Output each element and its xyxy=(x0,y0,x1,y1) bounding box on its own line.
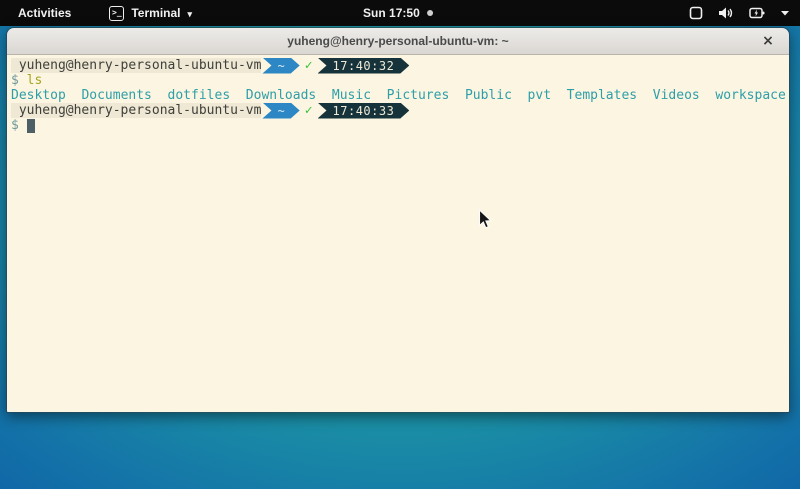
directory-name: Downloads xyxy=(246,88,316,103)
prompt-cwd-segment: ~ xyxy=(262,58,299,74)
directory-name: Pictures xyxy=(387,88,450,103)
app-menu-terminal[interactable]: >_ Terminal ▾ xyxy=(109,6,192,21)
terminal-window: yuheng@henry-personal-ubuntu-vm: ~ × yuh… xyxy=(6,27,790,413)
directory-name: Music xyxy=(332,88,371,103)
desktop: { "top_bar": { "activities_label": "Acti… xyxy=(0,0,800,489)
check-icon: ✓ xyxy=(305,58,313,73)
prompt-user-host: yuheng@henry-personal-ubuntu-vm xyxy=(11,58,261,73)
system-status-area[interactable] xyxy=(689,0,790,26)
ls-output-row: Desktop Documents dotfiles Downloads Music Pi… xyxy=(11,88,787,103)
top-bar: Activities >_ Terminal ▾ Sun 17:50 xyxy=(0,0,800,26)
prompt-cwd-segment: ~ xyxy=(262,103,299,119)
prompt-user-host: yuheng@henry-personal-ubuntu-vm xyxy=(11,103,261,118)
terminal-block-cursor xyxy=(27,119,35,133)
chevron-down-icon: ▾ xyxy=(187,9,192,20)
spacer xyxy=(19,118,27,133)
directory-name: Documents xyxy=(81,88,151,103)
clock-menu[interactable]: Sun 17:50 xyxy=(363,6,433,20)
check-icon: ✓ xyxy=(305,103,313,118)
directory-name: Templates xyxy=(567,88,637,103)
clock-label: Sun 17:50 xyxy=(363,6,420,20)
battery-charging-icon xyxy=(749,6,765,20)
notification-dot-icon xyxy=(427,10,433,16)
prompt-symbol: $ xyxy=(11,118,19,133)
directory-name: Videos xyxy=(653,88,700,103)
close-button[interactable]: × xyxy=(760,33,776,49)
terminal-icon: >_ xyxy=(109,6,124,21)
prompt-line: yuheng@henry-personal-ubuntu-vm ~ ✓ 17:4… xyxy=(11,58,787,73)
terminal-screen[interactable]: yuheng@henry-personal-ubuntu-vm ~ ✓ 17:4… xyxy=(7,55,789,413)
app-menu-label: Terminal xyxy=(131,6,180,20)
input-line: $ xyxy=(11,118,787,133)
chevron-down-icon xyxy=(780,9,790,17)
spacer xyxy=(19,73,27,88)
directory-name: dotfiles xyxy=(168,88,231,103)
prompt-time-segment: 17:40:33 xyxy=(318,103,410,119)
directory-name: Desktop xyxy=(11,88,66,103)
directory-name: Public xyxy=(465,88,512,103)
prompt-symbol: $ xyxy=(11,73,19,88)
directory-name: pvt xyxy=(528,88,551,103)
typed-command: ls xyxy=(27,73,43,88)
command-line: $ ls xyxy=(11,73,787,88)
volume-icon xyxy=(718,6,734,20)
notification-tray-icon xyxy=(689,6,703,20)
directory-name: workspace xyxy=(715,88,785,103)
prompt-time-segment: 17:40:32 xyxy=(318,58,410,74)
activities-button[interactable]: Activities xyxy=(10,4,79,22)
prompt-line: yuheng@henry-personal-ubuntu-vm ~ ✓ 17:4… xyxy=(11,103,787,118)
window-titlebar[interactable]: yuheng@henry-personal-ubuntu-vm: ~ × xyxy=(7,28,789,55)
window-title: yuheng@henry-personal-ubuntu-vm: ~ xyxy=(287,34,508,48)
